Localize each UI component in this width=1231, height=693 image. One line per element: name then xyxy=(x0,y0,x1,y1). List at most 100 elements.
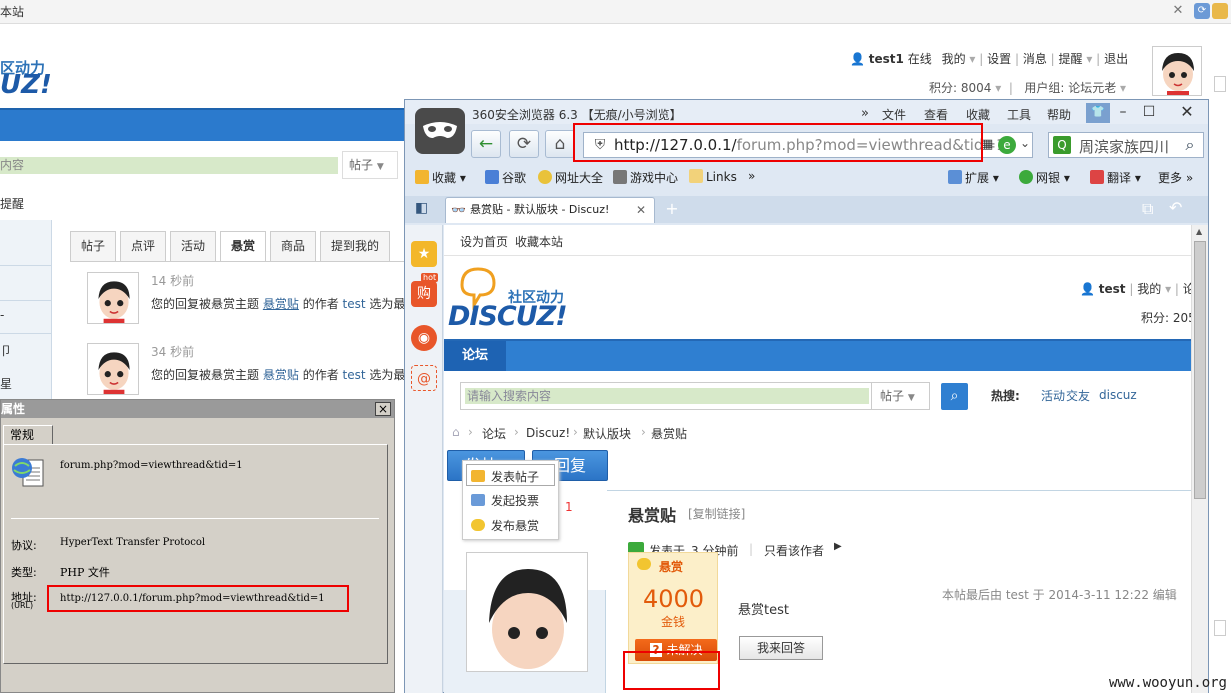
tab-list-icon[interactable]: ⧉ xyxy=(1142,199,1153,219)
scrollbar-thumb[interactable] xyxy=(1194,241,1206,499)
panel-toggle-icon[interactable] xyxy=(1214,76,1226,92)
background-search-select[interactable]: 帖子 ▼ xyxy=(342,151,398,179)
search-engine-icon[interactable]: Q xyxy=(1053,136,1071,154)
panel-toggle-icon[interactable] xyxy=(1214,620,1226,636)
more-button[interactable]: 更多 » xyxy=(1158,169,1193,186)
favorite-google[interactable]: 谷歌 xyxy=(485,169,526,186)
menu-new-thread[interactable]: 发表帖子 xyxy=(471,468,539,485)
forum-points[interactable]: 积分: 205 xyxy=(1141,309,1191,326)
copy-link[interactable]: [复制链接] xyxy=(688,505,745,522)
breadcrumb-item[interactable]: 默认版块 xyxy=(583,425,631,442)
hot-search-item[interactable]: 交友 xyxy=(1066,387,1090,404)
hot-search-item[interactable]: 活动 xyxy=(1041,387,1065,404)
background-avatar[interactable] xyxy=(1152,46,1202,96)
tab-goods[interactable]: 商品 xyxy=(270,231,316,261)
forum-search-select[interactable]: 帖子 ▼ xyxy=(871,383,929,409)
search-icon[interactable]: ⌕ xyxy=(1177,134,1203,156)
tab-posts[interactable]: 帖子 xyxy=(70,231,116,261)
breadcrumb-item[interactable]: 悬赏贴 xyxy=(651,425,687,442)
refresh-icon[interactable]: ⟳ xyxy=(1194,3,1210,19)
tab-activities[interactable]: 活动 xyxy=(170,231,216,261)
link-my[interactable]: 我的 xyxy=(942,52,966,66)
tab-general[interactable]: 常规 xyxy=(3,425,53,445)
link-bookmark-site[interactable]: 收藏本站 xyxy=(515,233,563,250)
favorite-sites[interactable]: 网址大全 xyxy=(538,169,603,186)
favorites-overflow-icon[interactable]: » xyxy=(748,169,755,183)
forum-search-input[interactable]: 请输入搜索内容 xyxy=(465,388,869,404)
undo-close-icon[interactable]: ↶ xyxy=(1169,198,1182,217)
link-messages[interactable]: 消息 xyxy=(1023,52,1047,66)
link-reminders[interactable]: 提醒 xyxy=(1059,52,1083,66)
chevron-down-icon[interactable]: ⌄ xyxy=(1020,136,1030,150)
properties-title-bar[interactable]: 属性 xyxy=(1,400,394,418)
sidebar-toggle-icon[interactable]: ◧ xyxy=(415,200,428,216)
tools-icon[interactable]: ✕ xyxy=(1170,3,1186,19)
maximize-button[interactable]: ☐ xyxy=(1137,103,1161,123)
forum-link-settings[interactable]: 论 xyxy=(1183,282,1191,296)
link-settings[interactable]: 设置 xyxy=(987,52,1011,66)
shopping-icon[interactable]: 购 xyxy=(411,281,437,307)
menu-file[interactable]: 文件 xyxy=(882,106,906,123)
tab-comments[interactable]: 点评 xyxy=(120,231,166,261)
post-author-avatar[interactable] xyxy=(466,552,588,672)
menu-help[interactable]: 帮助 xyxy=(1047,106,1071,123)
menu-overflow-icon[interactable]: » xyxy=(861,106,869,121)
link-logout[interactable]: 退出 xyxy=(1104,52,1128,66)
background-username[interactable]: test1 xyxy=(869,52,904,66)
background-user-group[interactable]: 用户组: 论坛元老 xyxy=(1024,81,1116,95)
notification-thread-link[interactable]: 悬赏贴 xyxy=(263,368,299,382)
menu-tools[interactable]: 工具 xyxy=(1007,106,1031,123)
ie-mode-icon[interactable]: e xyxy=(998,136,1016,154)
forum-username[interactable]: test xyxy=(1099,282,1126,296)
translate-button[interactable]: 翻译 ▾ xyxy=(1090,169,1141,186)
breadcrumb-item[interactable]: Discuz! xyxy=(526,426,570,440)
notification-avatar[interactable] xyxy=(87,272,139,324)
notification-user-link[interactable]: test xyxy=(343,297,366,311)
notification-avatar[interactable] xyxy=(87,343,139,395)
menu-new-reward[interactable]: 发布悬赏 xyxy=(471,517,539,534)
refresh-button[interactable]: ⟳ xyxy=(509,130,539,158)
menu-new-poll[interactable]: 发起投票 xyxy=(471,492,539,509)
favorites-menu[interactable]: 收藏 ▾ xyxy=(415,169,466,186)
search-box[interactable]: Q 周滨家族四川 ⌕ xyxy=(1048,132,1204,158)
notification-thread-link[interactable]: 悬赏贴 xyxy=(263,297,299,311)
tab-close-icon[interactable]: ✕ xyxy=(636,198,646,222)
skin-icon[interactable]: 👕 xyxy=(1086,103,1110,123)
banking-button[interactable]: 网银 ▾ xyxy=(1019,169,1070,186)
minimize-button[interactable]: – xyxy=(1111,103,1135,123)
weibo-icon[interactable]: ◉ xyxy=(411,325,437,351)
browser-tab-active[interactable]: 👓 悬赏贴 - 默认版块 - Discuz! ✕ xyxy=(445,197,655,223)
answer-button[interactable]: 我来回答 xyxy=(739,636,823,660)
new-tab-button[interactable]: + xyxy=(661,199,683,219)
notification-user-link[interactable]: test xyxy=(343,368,366,382)
search-text[interactable]: 周滨家族四川 xyxy=(1079,136,1169,157)
forum-logo-en[interactable]: DISCUZ! xyxy=(448,301,568,332)
forum-link-my[interactable]: 我的 xyxy=(1137,282,1161,296)
favorite-games[interactable]: 游戏中心 xyxy=(613,169,678,186)
vertical-scrollbar[interactable]: ▲ xyxy=(1191,225,1208,693)
chevron-right-icon[interactable]: ▶ xyxy=(834,541,842,552)
background-search-input[interactable]: 内容 xyxy=(0,157,338,174)
mail-icon[interactable]: @ xyxy=(411,365,437,391)
only-author-link[interactable]: 只看该作者 xyxy=(764,542,824,559)
tab-rewards[interactable]: 悬赏 xyxy=(220,231,266,262)
nav-tab-forum[interactable]: 论坛 xyxy=(444,341,506,371)
browser-title-bar[interactable]: 360安全浏览器 6.3 【无痕/小号浏览】 » 文件 查看 收藏 工具 帮助 … xyxy=(405,100,1208,124)
menu-favorites[interactable]: 收藏 xyxy=(966,106,990,123)
extensions-button[interactable]: 扩展 ▾ xyxy=(948,169,999,186)
menu-view[interactable]: 查看 xyxy=(924,106,948,123)
home-button[interactable]: ⌂ xyxy=(545,130,575,158)
back-button[interactable]: ← xyxy=(471,130,501,158)
background-points[interactable]: 积分: 8004 xyxy=(929,81,991,95)
search-icon[interactable]: ⌕ xyxy=(941,383,968,410)
close-button[interactable]: × xyxy=(375,402,391,416)
link-set-homepage[interactable]: 设为首页 xyxy=(460,233,508,250)
home-icon[interactable]: ⌂ xyxy=(452,425,460,439)
breadcrumb-item[interactable]: 论坛 xyxy=(482,425,506,442)
tab-mentions[interactable]: 提到我的 xyxy=(320,231,390,261)
hot-search-item[interactable]: discuz xyxy=(1099,388,1137,402)
close-window-button[interactable]: ✕ xyxy=(1175,103,1199,123)
scroll-up-icon[interactable]: ▲ xyxy=(1196,227,1202,236)
star-icon[interactable]: ★ xyxy=(411,241,437,267)
favorite-links[interactable]: Links xyxy=(689,169,737,184)
